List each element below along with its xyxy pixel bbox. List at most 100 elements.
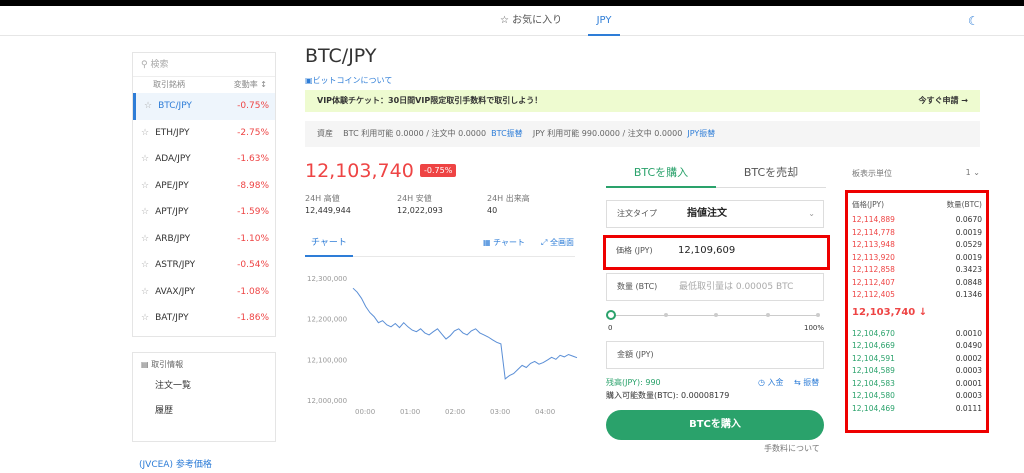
chart-button[interactable]: ▦ チャート	[483, 235, 525, 251]
ask-row[interactable]: 12,114,778 0.0019	[852, 227, 982, 239]
orderbook-last-price: 12,103,740 ↓	[852, 306, 928, 318]
star-icon[interactable]: ☆	[141, 234, 149, 244]
sort-icon: ↕	[260, 80, 267, 89]
star-icon[interactable]: ☆	[141, 313, 149, 323]
x-tick-label: 03:00	[490, 408, 510, 416]
bid-row[interactable]: 12,104,469 0.0111	[852, 403, 982, 415]
fee-link[interactable]: 手数料について	[764, 443, 820, 454]
star-icon[interactable]: ☆	[141, 207, 149, 217]
assets-btc: BTC 利用可能 0.0000 / 注文中 0.0000	[343, 129, 487, 138]
col-change[interactable]: 変動率 ↕	[234, 77, 267, 93]
ask-row[interactable]: 12,113,948 0.0529	[852, 239, 982, 251]
buyable-quantity: 購入可能数量(BTC): 0.00008179	[606, 390, 729, 401]
trade-info-panel: ▤ 取引情報 注文一覧 履歴	[132, 352, 276, 442]
star-icon[interactable]: ☆	[141, 181, 149, 191]
bid-price: 12,104,670	[852, 328, 895, 338]
transfer-link[interactable]: ⇆ 振替	[794, 377, 819, 388]
vip-apply-link[interactable]: 今すぐ申請 →	[919, 90, 969, 112]
tab-buy[interactable]: BTCを購入	[606, 162, 716, 188]
moon-icon[interactable]: ☾	[968, 6, 979, 36]
bid-qty: 0.0003	[955, 366, 982, 375]
bid-price: 12,104,589	[852, 366, 895, 375]
jvcea-link[interactable]: (JVCEA) 参考価格	[139, 457, 212, 470]
amount-field[interactable]: 金額 (JPY)	[606, 341, 824, 369]
slider-step	[766, 313, 770, 317]
vip-banner[interactable]: VIP体験チケット：30日間VIP限定取引手数料で取引しよう！ 今すぐ申請 →	[305, 90, 980, 112]
chart-icon: ▦	[483, 238, 494, 247]
slider-max: 100%	[803, 324, 824, 332]
tab-sell[interactable]: BTCを売却	[716, 162, 826, 188]
ask-row[interactable]: 12,112,405 0.1346	[852, 289, 982, 301]
ask-row[interactable]: 12,114,889 0.0670	[852, 214, 982, 226]
pair-row[interactable]: ☆ ETH/JPY -2.75%	[133, 120, 275, 147]
highlight-price-box	[603, 235, 830, 270]
ask-qty: 0.0019	[955, 252, 982, 262]
star-icon[interactable]: ☆	[141, 154, 149, 164]
ask-row[interactable]: 12,112,858 0.3423	[852, 264, 982, 276]
about-text: ビットコインについて	[312, 76, 393, 85]
tab-chart[interactable]: チャート	[305, 235, 353, 257]
star-icon[interactable]: ☆	[141, 128, 149, 138]
bid-row[interactable]: 12,104,670 0.0010	[852, 328, 982, 340]
star-icon[interactable]: ☆	[141, 287, 149, 297]
bid-row[interactable]: 12,104,580 0.0003	[852, 390, 982, 402]
col-pair: 取引銘柄	[153, 80, 185, 89]
btc-transfer-link[interactable]: BTC振替	[491, 129, 523, 138]
assets-label: 資産	[317, 129, 333, 138]
link-orders[interactable]: 注文一覧	[141, 378, 267, 391]
pair-row[interactable]: ☆ ADA/JPY -1.63%	[133, 146, 275, 173]
price-change-badge: -0.75%	[420, 164, 457, 177]
pair-row[interactable]: ☆ BTC/JPY -0.75%	[133, 93, 275, 120]
buy-button[interactable]: BTCを購入	[606, 410, 824, 440]
unit-label: 板表示単位	[852, 169, 892, 178]
search-input[interactable]: ⚲ 検索	[133, 53, 275, 77]
ask-row[interactable]: 12,113,920 0.0019	[852, 252, 982, 264]
transfer-icon: ⇆	[794, 378, 804, 387]
tab-favorites[interactable]: ☆ お気に入り	[500, 6, 562, 36]
assets-bar: 資産 BTC 利用可能 0.0000 / 注文中 0.0000 BTC振替 JP…	[305, 121, 980, 147]
stat-low-label: 24H 安値	[397, 194, 432, 203]
pair-row[interactable]: ☆ APE/JPY -8.98%	[133, 173, 275, 200]
star-icon[interactable]: ☆	[141, 260, 149, 270]
trade-info-title-text: 取引情報	[151, 360, 184, 369]
quantity-field[interactable]: 数量 (BTC) 最低取引量は 0.00005 BTC	[606, 273, 824, 301]
order-type-value: 指値注文	[687, 208, 727, 219]
deposit-link[interactable]: ◷ 入金	[758, 377, 784, 388]
pair-row[interactable]: ☆ BAT/JPY -1.86%	[133, 305, 275, 332]
ask-row[interactable]: 12,112,407 0.0848	[852, 277, 982, 289]
bid-row[interactable]: 12,104,669 0.0490	[852, 340, 982, 352]
pair-row[interactable]: ☆ ASTR/JPY -0.54%	[133, 252, 275, 279]
stat-high-value: 12,449,944	[305, 206, 351, 215]
quantity-slider[interactable]: 0 100%	[606, 307, 824, 337]
ask-qty: 0.0848	[955, 277, 982, 287]
order-type-select[interactable]: 注文タイプ 指値注文 ⌄	[606, 200, 824, 228]
pair-change: -8.98%	[237, 180, 269, 191]
fullscreen-button[interactable]: ⤢ 全画面	[541, 235, 574, 251]
ask-price: 12,113,920	[852, 252, 895, 262]
jpy-transfer-link[interactable]: JPY振替	[687, 129, 715, 138]
link-history[interactable]: 履歴	[141, 403, 267, 416]
slider-handle[interactable]	[606, 310, 616, 320]
unit-select[interactable]: 1 ⌄	[966, 168, 980, 177]
pair-row[interactable]: ☆ AVAX/JPY -1.08%	[133, 279, 275, 306]
order-type-label: 注文タイプ	[617, 209, 657, 218]
pair-row[interactable]: ☆ APT/JPY -1.59%	[133, 199, 275, 226]
pair-name: ARB/JPY	[155, 233, 191, 244]
price-chart[interactable]: 12,300,000 12,200,000 12,100,000 12,000,000…	[305, 268, 580, 418]
star-icon[interactable]: ☆	[144, 101, 152, 111]
search-placeholder: 検索	[150, 60, 169, 70]
tab-jpy[interactable]: JPY	[588, 6, 620, 36]
transfer-label: 振替	[803, 378, 820, 387]
bid-row[interactable]: 12,104,583 0.0001	[852, 378, 982, 390]
bid-row[interactable]: 12,104,589 0.0003	[852, 365, 982, 377]
fullscreen-button-label: 全画面	[549, 238, 574, 247]
about-link[interactable]: ▣ビットコインについて	[305, 75, 392, 86]
chart-tabs: チャート ▦ チャート ⤢ 全画面	[305, 235, 575, 257]
ask-qty: 0.1346	[955, 290, 982, 299]
pair-name: AVAX/JPY	[155, 286, 195, 297]
buyable-quantity-text: 購入可能数量(BTC): 0.00008179	[606, 391, 730, 400]
pair-row[interactable]: ☆ ARB/JPY -1.10%	[133, 226, 275, 253]
x-tick-label: 04:00	[535, 408, 555, 416]
pair-name: BAT/JPY	[155, 313, 189, 323]
bid-row[interactable]: 12,104,591 0.0002	[852, 353, 982, 365]
